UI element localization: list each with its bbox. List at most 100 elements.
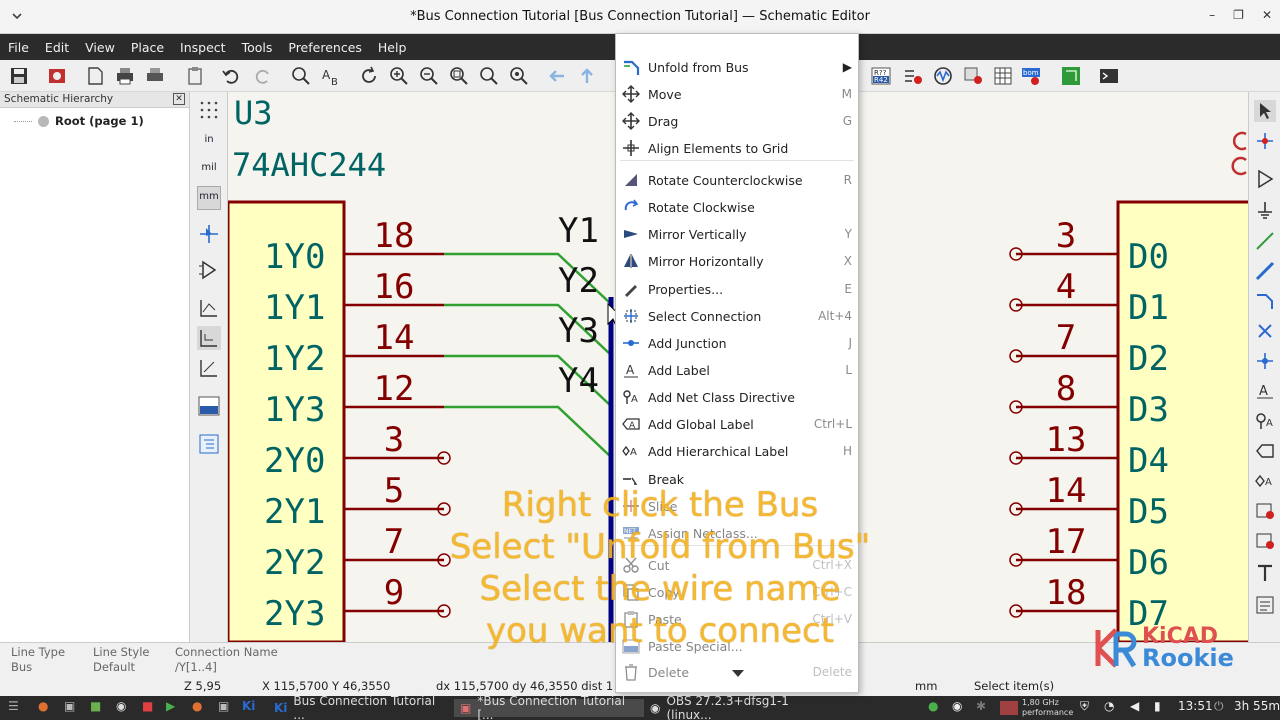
new-page-icon[interactable] xyxy=(84,65,106,87)
bom-icon[interactable]: bom xyxy=(1020,65,1042,87)
wire-segment[interactable] xyxy=(444,405,612,458)
cpu-frequency-widget[interactable]: 1,80 GHz performance xyxy=(1000,698,1073,718)
ctx-item-move[interactable]: Move M xyxy=(616,82,858,106)
zoom-out-icon[interactable] xyxy=(418,65,440,87)
app-launcher-6-icon[interactable]: ▶ xyxy=(166,699,175,713)
no-connect-icon[interactable] xyxy=(1254,320,1276,342)
app-launcher-5-icon[interactable]: ■ xyxy=(142,699,153,713)
add-sheet-icon[interactable] xyxy=(1254,500,1276,522)
menu-edit[interactable]: Edit xyxy=(37,34,77,60)
schematic-setup-icon[interactable] xyxy=(46,65,68,87)
menu-file[interactable]: File xyxy=(0,34,37,60)
menu-help[interactable]: Help xyxy=(370,34,415,60)
add-label-right-icon[interactable]: A xyxy=(1254,380,1276,402)
add-power-icon[interactable] xyxy=(1254,200,1276,222)
kicad-launcher-icon[interactable]: Ki xyxy=(242,699,255,713)
bluetooth-tray-icon[interactable]: ✱ xyxy=(976,699,986,713)
undo-icon[interactable] xyxy=(220,65,242,87)
terminal-launcher-icon[interactable]: ▣ xyxy=(64,699,75,713)
wifi-tray-icon[interactable]: ◔ xyxy=(1104,699,1114,713)
add-textbox-icon[interactable] xyxy=(1254,594,1276,616)
hierarchy-panel-icon[interactable] xyxy=(197,432,221,456)
save-icon[interactable] xyxy=(8,65,30,87)
grid-icon[interactable] xyxy=(197,98,221,122)
refresh-icon[interactable] xyxy=(358,65,380,87)
close-panel-icon[interactable]: ✕ xyxy=(173,93,185,105)
ctx-item-junction[interactable]: Add Junction J xyxy=(616,331,858,355)
app-launcher-1-icon[interactable]: ● xyxy=(38,699,48,713)
annotate-icon[interactable]: R??R42 xyxy=(870,65,892,87)
zoom-in-icon[interactable] xyxy=(388,65,410,87)
simulator-icon[interactable] xyxy=(932,65,954,87)
print-icon[interactable] xyxy=(114,65,136,87)
obs-tray-icon[interactable]: ◉ xyxy=(952,699,962,713)
units-mm-button[interactable]: mm xyxy=(197,186,221,210)
annotate-left-icon[interactable] xyxy=(197,394,221,418)
shield-tray-icon[interactable]: ⛨ xyxy=(1080,699,1089,714)
app-launcher-4-icon[interactable]: ◉ xyxy=(116,699,126,713)
cursor-crosshair-icon[interactable] xyxy=(197,222,221,246)
add-symbol-icon[interactable] xyxy=(1254,168,1276,190)
task-bus-connection-2[interactable]: ▣ *Bus Connection Tutorial [... xyxy=(454,694,644,720)
plot-icon[interactable] xyxy=(144,65,166,87)
pcb-editor-icon[interactable] xyxy=(1060,65,1082,87)
back-icon[interactable] xyxy=(546,65,568,87)
ctx-item-rotate-cw[interactable]: Rotate Clockwise xyxy=(616,195,858,219)
menu-preferences[interactable]: Preferences xyxy=(280,34,370,60)
zoom-selection-icon[interactable] xyxy=(508,65,530,87)
ctx-item-mirror-v[interactable]: Mirror Vertically Y xyxy=(616,222,858,246)
app-launcher-7-icon[interactable]: ● xyxy=(192,699,202,713)
menu-place[interactable]: Place xyxy=(123,34,172,60)
add-netclass-right-icon[interactable]: A xyxy=(1254,410,1276,432)
add-text-icon[interactable] xyxy=(1254,562,1276,584)
units-mil-button[interactable]: mil xyxy=(197,158,221,182)
task-obs[interactable]: ◉ OBS 27.2.3+dfsg1-1 (linux... xyxy=(644,694,834,720)
add-bus-icon[interactable] xyxy=(1254,260,1276,282)
scripting-console-icon[interactable] xyxy=(1098,65,1120,87)
ctx-item-netclass-directive[interactable]: A Add Net Class Directive xyxy=(616,385,858,409)
ctx-item-drag[interactable]: Drag G xyxy=(616,109,858,133)
menu-view[interactable]: View xyxy=(77,34,123,60)
line-mode-free-icon[interactable] xyxy=(197,296,221,320)
zoom-objects-icon[interactable] xyxy=(478,65,500,87)
up-icon[interactable] xyxy=(576,65,598,87)
minimize-icon[interactable]: – xyxy=(1209,8,1215,22)
ctx-item-label[interactable]: A Add Label L xyxy=(616,358,858,382)
app-launcher-8-icon[interactable]: ▣ xyxy=(218,699,229,713)
ctx-item-select-connection[interactable]: Select Connection Alt+4 xyxy=(616,304,858,328)
close-icon[interactable]: ✕ xyxy=(1262,8,1272,22)
files-launcher-icon[interactable]: ■ xyxy=(90,699,101,713)
line-mode-90-icon[interactable] xyxy=(197,326,221,350)
fields-table-icon[interactable] xyxy=(992,65,1014,87)
ctx-item-hier-label[interactable]: A Add Hierarchical Label H xyxy=(616,439,858,463)
task-bus-connection-1[interactable]: Ki Bus Connection Tutorial ... xyxy=(268,694,452,720)
symbol-fields-icon[interactable] xyxy=(962,65,984,87)
menu-launcher-icon[interactable]: ☰ xyxy=(8,699,19,713)
add-junction-right-icon[interactable] xyxy=(1254,350,1276,372)
hierarchy-root-item[interactable]: Root (page 1) xyxy=(14,114,144,128)
battery-tray-icon[interactable]: ▮ xyxy=(1154,699,1161,713)
maximize-icon[interactable]: ❐ xyxy=(1233,8,1244,22)
ctx-item-align-grid[interactable]: Align Elements to Grid xyxy=(616,136,858,160)
add-hier-label-right-icon[interactable]: A xyxy=(1254,470,1276,492)
find-icon[interactable] xyxy=(290,65,312,87)
ctx-item-rotate-ccw[interactable]: Rotate Counterclockwise R xyxy=(616,168,858,192)
add-global-label-right-icon[interactable] xyxy=(1254,440,1276,462)
add-wire-icon[interactable] xyxy=(1254,230,1276,252)
import-sheet-pin-icon[interactable] xyxy=(1254,530,1276,552)
ctx-item-global-label[interactable]: A Add Global Label Ctrl+L xyxy=(616,412,858,436)
highlight-net-icon[interactable] xyxy=(1254,130,1276,152)
clock[interactable]: 13:51 xyxy=(1178,699,1213,713)
erc-icon[interactable] xyxy=(902,65,924,87)
ctx-item-unfold-bus[interactable]: Unfold from Bus ▶ xyxy=(616,55,858,79)
units-inch-button[interactable]: in xyxy=(197,130,221,154)
paste-toolbar-icon[interactable] xyxy=(184,65,206,87)
ctx-item-mirror-h[interactable]: Mirror Horizontally X xyxy=(616,249,858,273)
power-tray-icon[interactable]: ⏻ xyxy=(1214,699,1224,714)
add-bus-entry-icon[interactable] xyxy=(1254,290,1276,312)
ctx-item-properties[interactable]: Properties... E xyxy=(616,277,858,301)
redo-icon[interactable] xyxy=(252,65,274,87)
select-tool-icon[interactable] xyxy=(1254,100,1276,122)
find-replace-icon[interactable]: AB xyxy=(320,65,342,87)
ctx-item-delete[interactable]: Delete Delete xyxy=(616,660,858,684)
